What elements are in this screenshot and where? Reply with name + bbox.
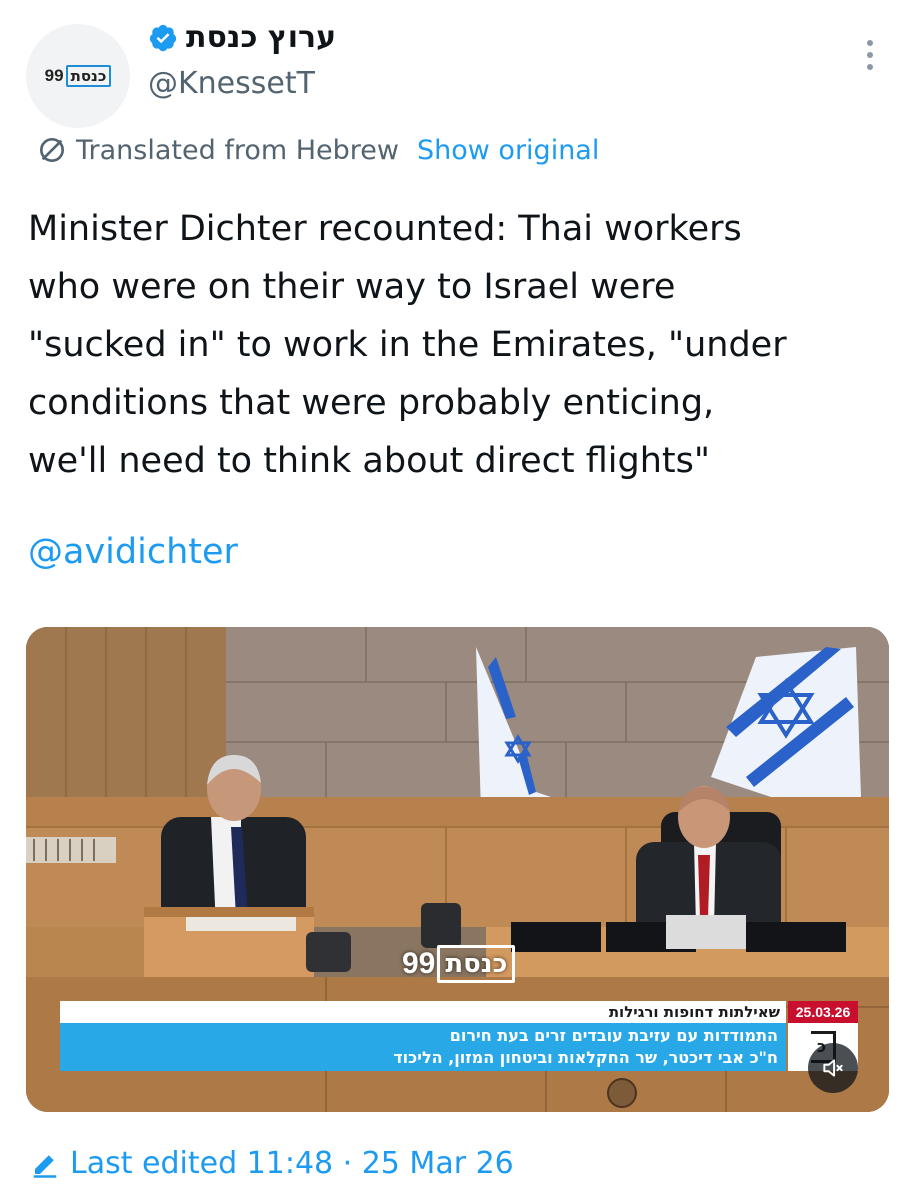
display-name[interactable]: ערוץ כנסת	[186, 20, 336, 55]
author-name-row[interactable]: ערוץ כנסת	[148, 20, 336, 55]
translated-label: Translated from Hebrew	[76, 134, 399, 166]
ticker-main: התמודדות עם עזיבת עובדים זרים בעת חירום …	[60, 1023, 786, 1071]
tweet-text: Minister Dichter recounted: Thai workers…	[28, 209, 787, 481]
ticker-heading: שאילתות דחופות ורגילות	[60, 1001, 786, 1023]
ticker-date: 25.03.26	[788, 1001, 858, 1023]
translation-row: Translated from Hebrew Show original	[36, 134, 599, 166]
pencil-icon	[33, 1154, 57, 1178]
more-options-icon[interactable]	[858, 40, 882, 70]
watermark-number: 99	[402, 947, 436, 980]
mention-link[interactable]: @avidichter	[28, 532, 238, 572]
knesset-channel-logo: 99 כנסת	[45, 65, 112, 87]
avatar[interactable]: 99 כנסת	[26, 24, 130, 128]
verified-badge-icon	[149, 24, 177, 51]
ticker-line-1: התמודדות עם עזיבת עובדים זרים בעת חירום	[449, 1026, 778, 1045]
translate-icon	[40, 138, 64, 162]
user-handle[interactable]: @KnessetT	[148, 66, 315, 101]
show-original-link[interactable]: Show original	[417, 135, 599, 166]
channel-watermark: 99 כנסת	[402, 945, 516, 983]
ticker-line-2: ח"כ אבי דיכטר, שר החקלאות וביטחון המזון,…	[393, 1048, 778, 1067]
video-media[interactable]: 99 כנסת שאילתות דחופות ורגילות 25.03.26 …	[26, 627, 889, 1112]
logo-text: כנסת	[65, 65, 112, 87]
last-edited-row[interactable]: Last edited 11:48 · 25 Mar 26	[30, 1146, 514, 1181]
last-edited-label[interactable]: Last edited 11:48 · 25 Mar 26	[70, 1146, 514, 1181]
watermark-text: כנסת	[437, 945, 516, 983]
speaker-muted-icon[interactable]	[808, 1043, 858, 1093]
logo-number: 99	[44, 66, 64, 85]
